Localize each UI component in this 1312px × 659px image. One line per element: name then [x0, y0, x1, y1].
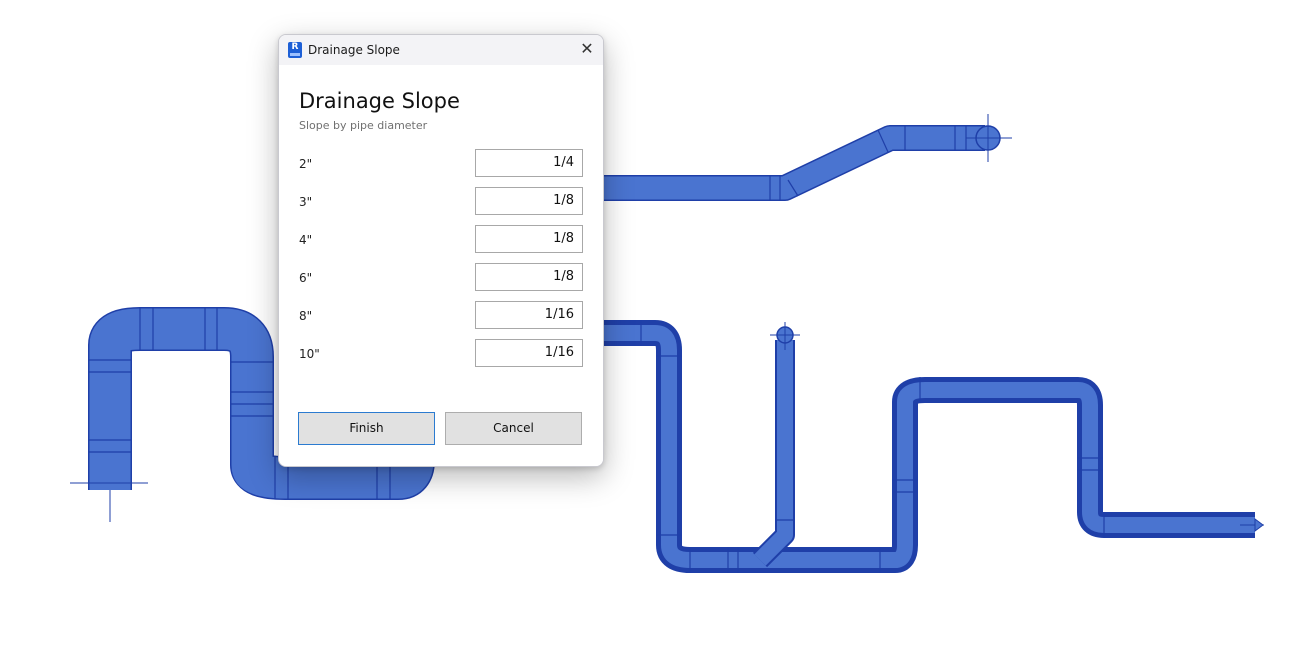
finish-button[interactable]: Finish	[298, 412, 435, 445]
slope-row-10in: 10" 1/16	[299, 339, 583, 369]
slope-input[interactable]: 1/8	[475, 263, 583, 291]
cancel-button[interactable]: Cancel	[445, 412, 582, 445]
dialog-subheading: Slope by pipe diameter	[299, 119, 428, 132]
diameter-label: 10"	[299, 347, 320, 361]
dialog-titlebar[interactable]: R Drainage Slope ✕	[279, 35, 603, 65]
window-title: Drainage Slope	[308, 43, 400, 57]
revit-app-icon: R	[288, 42, 302, 58]
diameter-label: 4"	[299, 233, 313, 247]
pipe-run-top[interactable]	[600, 125, 1001, 201]
pipe-drawing-canvas	[70, 114, 1264, 573]
slope-input[interactable]: 1/8	[475, 225, 583, 253]
slope-input[interactable]: 1/4	[475, 149, 583, 177]
slope-row-6in: 6" 1/8	[299, 263, 583, 293]
slope-input[interactable]: 1/16	[475, 339, 583, 367]
diameter-label: 6"	[299, 271, 313, 285]
dialog-heading: Drainage Slope	[299, 89, 460, 113]
slope-input[interactable]: 1/8	[475, 187, 583, 215]
dialog-content: Drainage Slope Slope by pipe diameter 2"…	[279, 65, 603, 466]
slope-row-2in: 2" 1/4	[299, 149, 583, 179]
slope-row-8in: 8" 1/16	[299, 301, 583, 331]
diameter-label: 8"	[299, 309, 313, 323]
close-icon[interactable]: ✕	[571, 35, 603, 65]
slope-row-3in: 3" 1/8	[299, 187, 583, 217]
drainage-slope-dialog: R Drainage Slope ✕ Drainage Slope Slope …	[278, 34, 604, 467]
slope-input[interactable]: 1/16	[475, 301, 583, 329]
diameter-label: 2"	[299, 157, 313, 171]
slope-row-4in: 4" 1/8	[299, 225, 583, 255]
diameter-label: 3"	[299, 195, 313, 209]
pipe-run-middle[interactable]	[600, 320, 1255, 573]
